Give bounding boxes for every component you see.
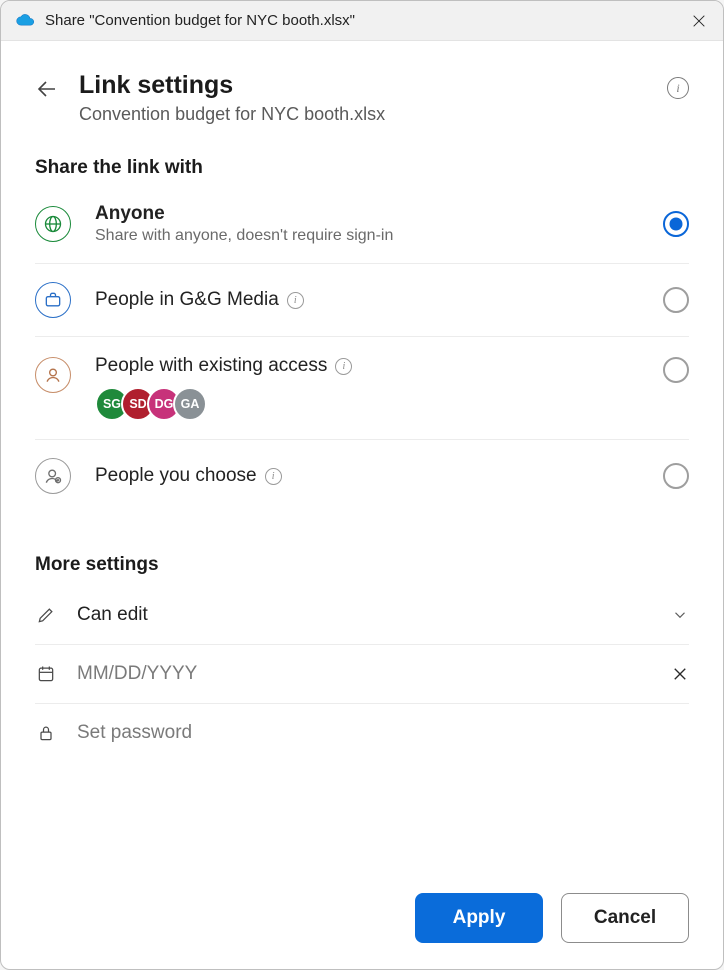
option-title: People you choose i <box>95 465 663 487</box>
permission-dropdown[interactable]: Can edit <box>35 586 689 645</box>
password-row <box>35 704 689 762</box>
page-header: Link settings Convention budget for NYC … <box>35 71 689 125</box>
option-title: Anyone <box>95 203 663 225</box>
onedrive-icon <box>15 11 35 31</box>
pencil-icon <box>35 605 57 625</box>
expiration-row <box>35 645 689 704</box>
radio-existing[interactable] <box>663 357 689 383</box>
titlebar: Share "Convention budget for NYC booth.x… <box>1 1 723 41</box>
calendar-icon <box>35 664 57 684</box>
info-icon[interactable]: i <box>335 358 352 375</box>
share-dialog: Share "Convention budget for NYC booth.x… <box>0 0 724 970</box>
lock-icon <box>35 723 57 743</box>
briefcase-icon <box>35 282 71 318</box>
radio-choose[interactable] <box>663 463 689 489</box>
more-settings-title: More settings <box>35 554 689 576</box>
info-icon[interactable]: i <box>265 468 282 485</box>
radio-anyone[interactable] <box>663 211 689 237</box>
option-title: People with existing access i <box>95 355 663 377</box>
info-icon[interactable]: i <box>287 292 304 309</box>
radio-org[interactable] <box>663 287 689 313</box>
share-option-org[interactable]: People in G&G Media i <box>35 264 689 337</box>
titlebar-text: Share "Convention budget for NYC booth.x… <box>45 12 685 29</box>
close-icon <box>691 13 707 29</box>
avatar: GA <box>173 387 207 421</box>
permission-value: Can edit <box>77 604 671 626</box>
share-option-anyone[interactable]: Anyone Share with anyone, doesn't requir… <box>35 189 689 264</box>
share-section-title: Share the link with <box>35 157 689 179</box>
share-option-existing[interactable]: People with existing access i SGSDDGGA <box>35 337 689 440</box>
password-input[interactable] <box>77 722 689 744</box>
chevron-down-icon <box>671 606 689 624</box>
share-options: Anyone Share with anyone, doesn't requir… <box>35 189 689 512</box>
person-icon <box>35 357 71 393</box>
globe-icon <box>35 206 71 242</box>
person-plus-icon <box>35 458 71 494</box>
info-button[interactable]: i <box>667 77 689 99</box>
dialog-footer: Apply Cancel <box>35 867 689 943</box>
existing-access-avatars: SGSDDGGA <box>95 387 663 421</box>
page-subtitle: Convention budget for NYC booth.xlsx <box>79 104 647 125</box>
page-title: Link settings <box>79 71 647 100</box>
close-button[interactable] <box>685 7 713 35</box>
clear-date-button[interactable] <box>671 665 689 683</box>
close-icon <box>671 665 689 683</box>
option-desc: Share with anyone, doesn't require sign-… <box>95 227 663 245</box>
apply-button[interactable]: Apply <box>415 893 543 943</box>
cancel-button[interactable]: Cancel <box>561 893 689 943</box>
expiration-input[interactable] <box>77 663 671 685</box>
back-button[interactable] <box>35 77 59 101</box>
share-option-choose[interactable]: People you choose i <box>35 440 689 512</box>
option-title: People in G&G Media i <box>95 289 663 311</box>
arrow-left-icon <box>35 77 59 101</box>
